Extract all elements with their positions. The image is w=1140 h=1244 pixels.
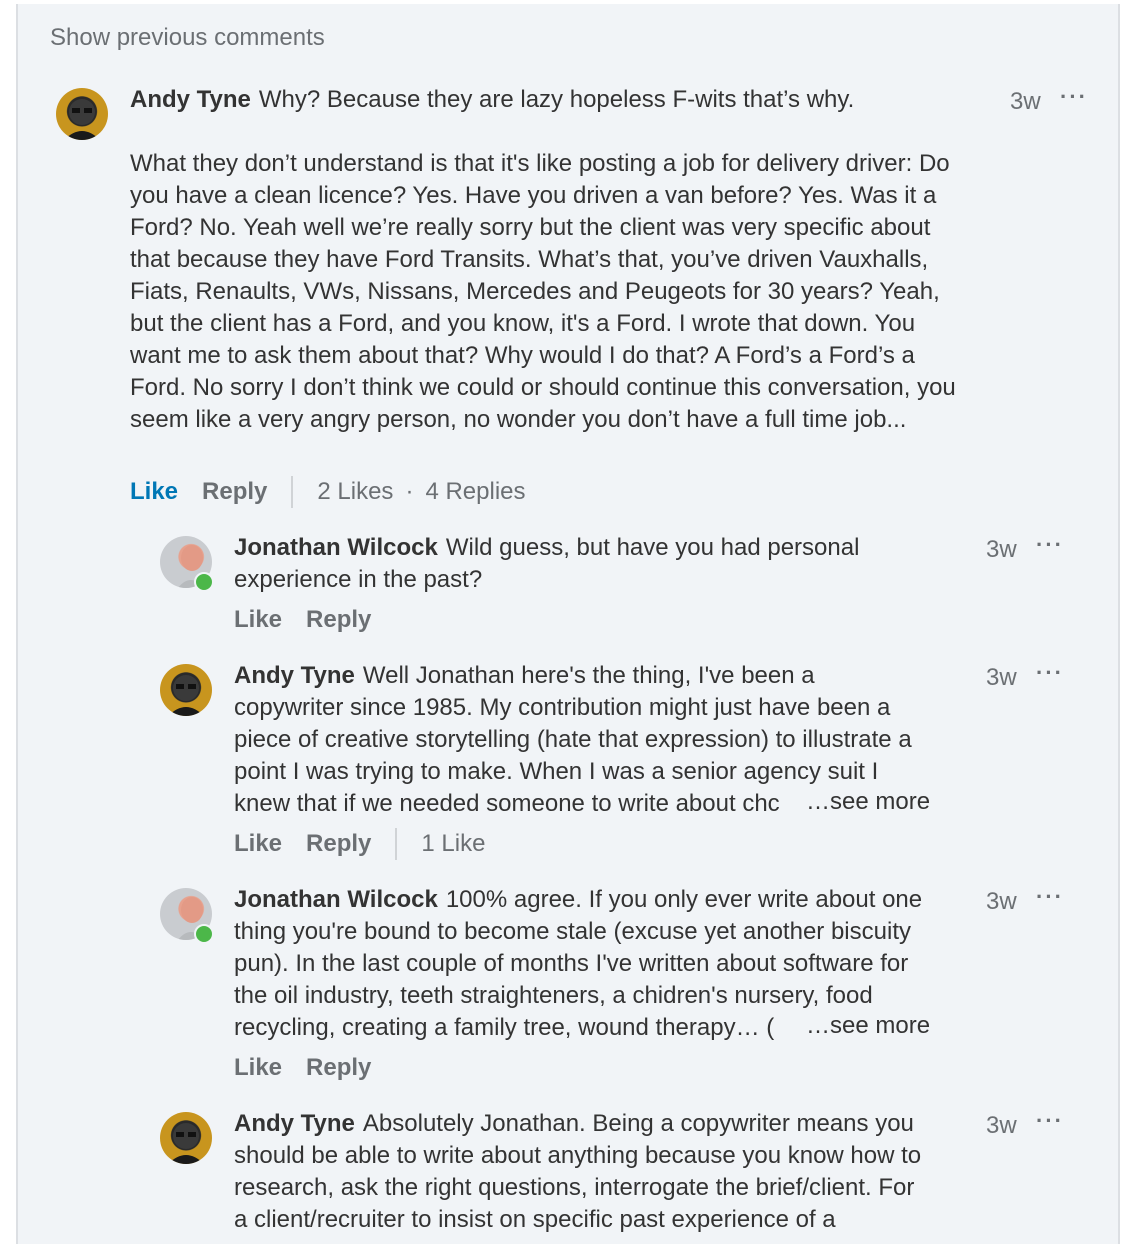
like-button[interactable]: Like	[130, 476, 178, 508]
avatar[interactable]	[56, 88, 108, 140]
divider	[291, 476, 294, 508]
reply-actions: Like Reply	[234, 1052, 371, 1084]
comment-text: What they don’t understand is that it's …	[130, 150, 956, 433]
reply-author[interactable]: Andy Tyne	[234, 1110, 355, 1137]
reply-body: Andy Tyne Absolutely Jonathan. Being a co…	[234, 1108, 934, 1236]
reply-author[interactable]: Andy Tyne	[234, 662, 355, 689]
separator-dot: ·	[405, 478, 414, 505]
likes-count[interactable]: 2 Likes	[317, 476, 393, 508]
reply-button[interactable]: Reply	[306, 1052, 371, 1084]
avatar[interactable]	[160, 664, 212, 716]
person-icon	[168, 1123, 204, 1164]
online-status-icon	[194, 924, 214, 944]
divider	[395, 828, 398, 860]
reply-timestamp: 3w	[986, 1112, 1017, 1139]
like-button[interactable]: Like	[234, 828, 282, 860]
reply-button[interactable]: Reply	[202, 476, 267, 508]
reply-button[interactable]: Reply	[306, 828, 371, 860]
more-options-icon[interactable]: ···	[1036, 532, 1064, 558]
comment-body: Andy Tyne Why? Because they are lazy hope…	[130, 84, 960, 436]
reply-timestamp: 3w	[986, 888, 1017, 915]
show-previous-comments-link[interactable]: Show previous comments	[50, 24, 325, 52]
reply-text-truncated: recycling, creating a family tree, wound…	[234, 1014, 775, 1041]
reply-author[interactable]: Jonathan Wilcock	[234, 534, 438, 561]
like-button[interactable]: Like	[234, 1052, 282, 1084]
more-options-icon[interactable]: ···	[1036, 660, 1064, 686]
comment-timestamp: 3w	[1010, 88, 1041, 115]
reply-timestamp: 3w	[986, 664, 1017, 691]
reply-text-truncated: knew that if we needed someone to write …	[234, 790, 780, 817]
replies-count[interactable]: 4 Replies	[425, 476, 525, 508]
comment-text: Why? Because they are lazy hopeless F-wi…	[258, 86, 855, 113]
reply-timestamp: 3w	[986, 536, 1017, 563]
reply-actions: Like Reply	[234, 604, 371, 636]
person-icon	[64, 99, 100, 140]
like-button[interactable]: Like	[234, 604, 282, 636]
reply-button[interactable]: Reply	[306, 604, 371, 636]
more-options-icon[interactable]: ···	[1036, 884, 1064, 910]
comment-author[interactable]: Andy Tyne	[130, 86, 251, 113]
online-status-icon	[194, 572, 214, 592]
comment-actions: Like Reply 2 Likes · 4 Replies	[130, 476, 526, 508]
more-options-icon[interactable]: ···	[1036, 1108, 1064, 1134]
reply-author[interactable]: Jonathan Wilcock	[234, 886, 438, 913]
comments-panel: Show previous comments Andy Tyne Why? Bec…	[16, 4, 1120, 1244]
see-more-link[interactable]: …see more	[806, 788, 930, 816]
see-more-link[interactable]: …see more	[806, 1012, 930, 1040]
reply-actions: Like Reply 1 Like	[234, 828, 485, 860]
likes-count[interactable]: 1 Like	[421, 828, 485, 860]
avatar[interactable]	[160, 1112, 212, 1164]
more-options-icon[interactable]: ···	[1060, 84, 1088, 110]
person-icon	[168, 675, 204, 716]
reply-body: Jonathan Wilcock Wild guess, but have you…	[234, 532, 884, 596]
